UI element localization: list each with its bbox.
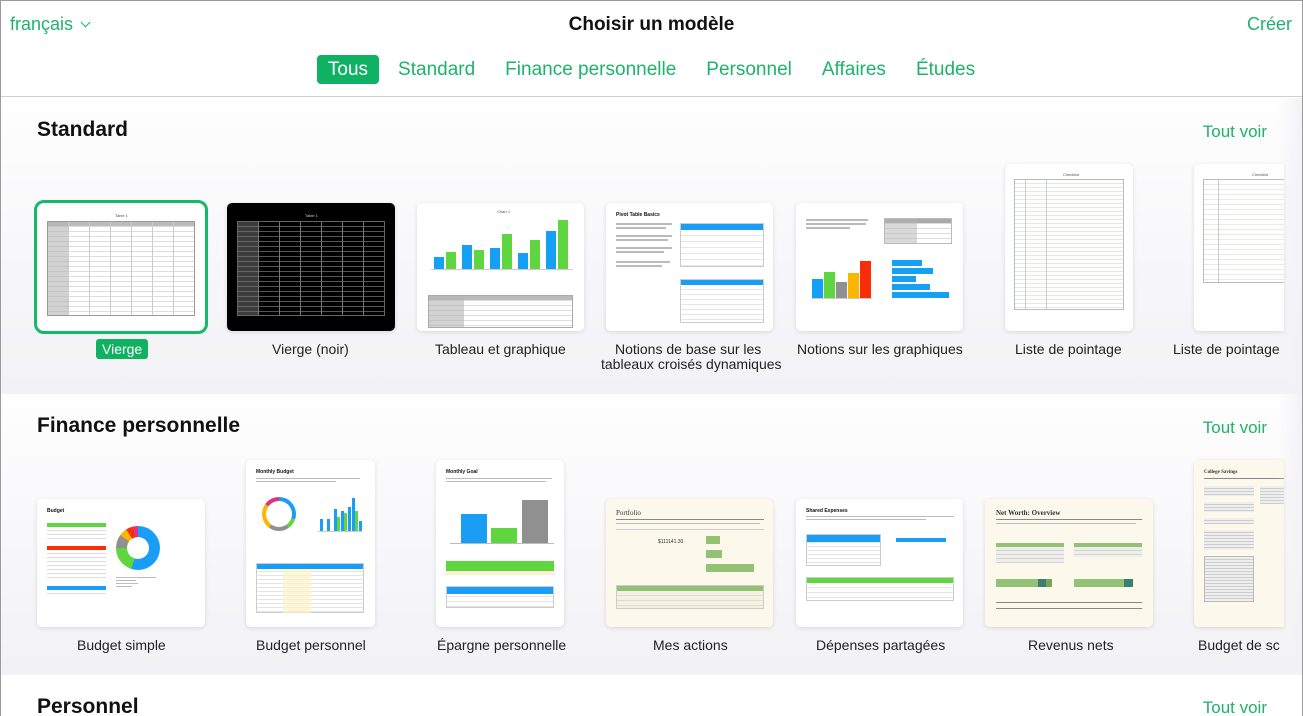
section-title: Finance personnelle xyxy=(37,414,241,437)
table-preview xyxy=(47,221,195,316)
page-title: Choisir un modèle xyxy=(568,14,735,35)
tab-all[interactable]: Tous xyxy=(316,55,380,84)
see-all-button[interactable]: Tout voir xyxy=(1203,418,1267,438)
template-label: Budget de sc xyxy=(1198,637,1280,653)
template-thumbnail[interactable]: Table 1 xyxy=(34,200,208,334)
tab-business[interactable]: Affaires xyxy=(811,55,897,84)
template-label: Dépenses partagées xyxy=(816,637,946,653)
template-thumbnail[interactable]: Shared Expenses xyxy=(796,499,963,627)
section-personal: Personnel Tout voir xyxy=(1,675,1302,716)
template-thumbnail[interactable]: Checklist xyxy=(1194,164,1284,331)
tab-education[interactable]: Études xyxy=(905,55,986,84)
tab-personal-finance[interactable]: Finance personnelle xyxy=(494,55,687,84)
top-bar: français Choisir un modèle Créer Tous St… xyxy=(1,1,1302,97)
template-thumbnail[interactable]: Monthly Goal xyxy=(436,460,564,627)
chart-preview xyxy=(431,217,573,270)
template-label-line2: tableaux croisés dynamiques xyxy=(601,356,782,372)
template-thumbnail[interactable]: Monthly Budget xyxy=(246,460,375,627)
template-label: Budget simple xyxy=(77,637,166,653)
table-preview xyxy=(428,295,573,328)
template-label: Épargne personnelle xyxy=(437,637,567,653)
section-title: Personnel xyxy=(37,695,139,716)
template-label: Vierge xyxy=(96,339,149,359)
tab-personal[interactable]: Personnel xyxy=(695,55,803,84)
template-thumbnail[interactable]: Checklist xyxy=(1005,164,1133,331)
template-label: Liste de pointage xyxy=(1173,341,1280,357)
template-thumbnail[interactable]: Chart 1 xyxy=(417,203,584,331)
template-label: Revenus nets xyxy=(1028,637,1114,653)
section-personal-finance: Finance personnelle Tout voir Budget Bud… xyxy=(1,394,1302,675)
template-thumbnail[interactable]: Pivot Table Basics xyxy=(606,203,773,331)
template-thumbnail[interactable] xyxy=(796,203,963,331)
category-tabs: Tous Standard Finance personnelle Person… xyxy=(1,55,1302,84)
template-label: Vierge (noir) xyxy=(272,341,349,357)
template-thumbnail[interactable]: College Savings xyxy=(1194,460,1284,627)
create-button[interactable]: Créer xyxy=(1247,14,1292,35)
template-thumbnail[interactable]: Budget xyxy=(37,499,205,627)
see-all-button[interactable]: Tout voir xyxy=(1203,698,1267,716)
template-label: Tableau et graphique xyxy=(435,341,566,357)
section-title: Standard xyxy=(37,118,129,141)
donut-chart-preview xyxy=(116,526,160,570)
template-thumbnail[interactable]: Net Worth: Overview xyxy=(985,499,1153,627)
table-preview xyxy=(237,221,385,316)
template-thumbnail[interactable]: Portfolio $111141.30 xyxy=(606,499,773,627)
template-label-line1: Notions de base sur les xyxy=(615,341,762,357)
template-label: Mes actions xyxy=(653,637,728,653)
template-thumbnail[interactable]: Table 1 xyxy=(227,203,395,331)
template-label: Liste de pointage xyxy=(1015,341,1122,357)
tab-standard[interactable]: Standard xyxy=(387,55,486,84)
see-all-button[interactable]: Tout voir xyxy=(1203,122,1267,142)
template-label: Budget personnel xyxy=(256,637,366,653)
section-standard: Standard Tout voir Table 1 Vierge Table … xyxy=(1,98,1302,394)
template-label: Notions sur les graphiques xyxy=(797,341,963,357)
